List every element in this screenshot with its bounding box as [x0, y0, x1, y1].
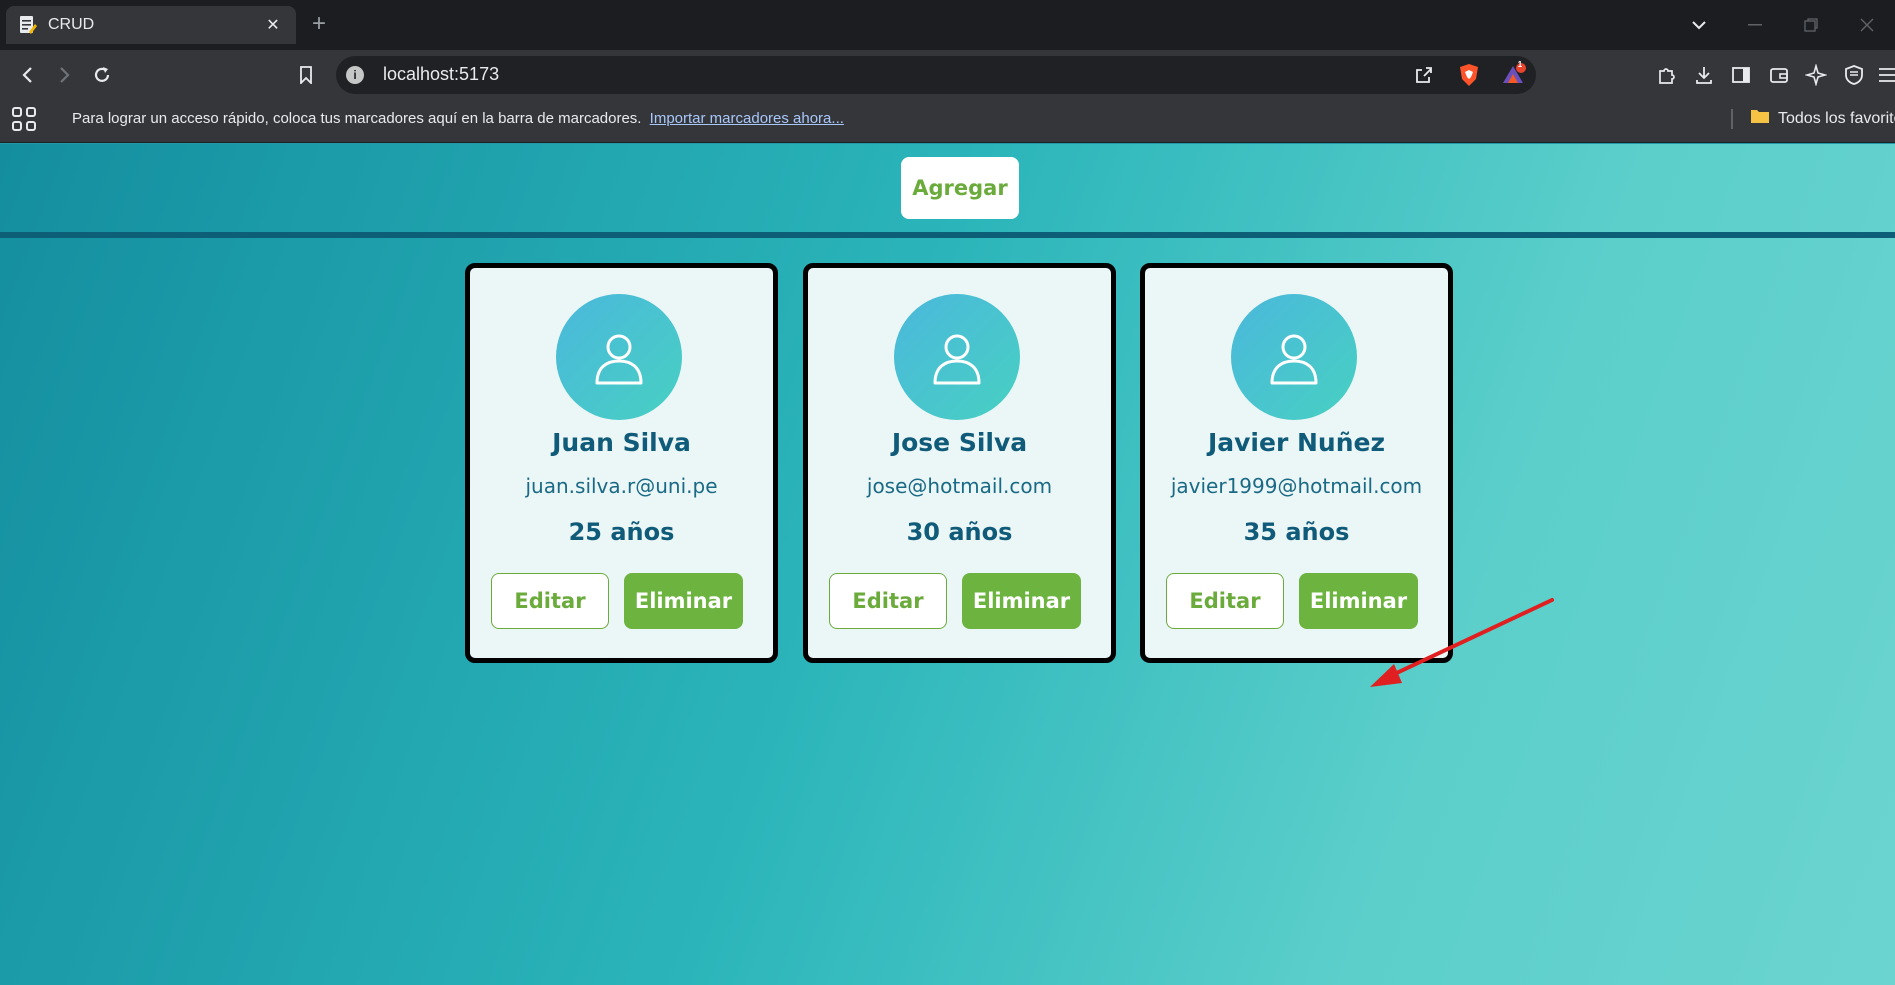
- folder-icon: [1750, 108, 1770, 129]
- user-avatar-icon: [1231, 294, 1357, 420]
- menu-icon[interactable]: [1875, 62, 1895, 88]
- user-email: juan.silva.r@uni.pe: [525, 474, 718, 498]
- restore-icon[interactable]: [1783, 0, 1839, 50]
- forward-icon[interactable]: [50, 62, 78, 88]
- bookmarks-hint-text: Para lograr un acceso rápido, coloca tus…: [72, 110, 642, 127]
- user-card: Juan Silva juan.silva.r@uni.pe 25 años E…: [465, 263, 778, 663]
- delete-button[interactable]: Eliminar: [962, 573, 1081, 629]
- extensions-icon[interactable]: [1653, 62, 1679, 88]
- tab-title: CRUD: [48, 16, 95, 33]
- user-name: Jose Silva: [891, 428, 1028, 457]
- document-edit-icon: [18, 15, 38, 35]
- tab-search-icon[interactable]: [1671, 0, 1727, 50]
- wallet-icon[interactable]: [1766, 62, 1792, 88]
- close-window-icon[interactable]: [1839, 0, 1895, 50]
- new-tab-button[interactable]: +: [312, 12, 326, 36]
- annotation-arrow-icon: [1370, 598, 1554, 687]
- sidebar-icon[interactable]: [1728, 62, 1754, 88]
- user-name: Juan Silva: [552, 428, 691, 457]
- reload-icon[interactable]: [88, 62, 116, 88]
- user-age: 35 años: [1243, 518, 1350, 546]
- folder-label: Todos los favoritos: [1778, 109, 1895, 127]
- window-controls: [1671, 0, 1895, 50]
- address-bar[interactable]: [336, 56, 1536, 94]
- tab-close-icon[interactable]: ✕: [262, 14, 284, 36]
- download-icon[interactable]: [1691, 62, 1717, 88]
- user-card: Jose Silva jose@hotmail.com 30 años Edit…: [803, 263, 1116, 663]
- minimize-icon[interactable]: [1727, 0, 1783, 50]
- import-bookmarks-link[interactable]: Importar marcadores ahora...: [650, 110, 844, 127]
- user-age: 25 años: [568, 518, 675, 546]
- user-avatar-icon: [556, 294, 682, 420]
- bookmarks-hint: Para lograr un acceso rápido, coloca tus…: [72, 110, 844, 127]
- bookmark-icon[interactable]: [292, 62, 320, 88]
- site-info-icon[interactable]: i: [346, 66, 364, 84]
- tab-strip: CRUD ✕ +: [0, 0, 1895, 50]
- all-bookmarks-folder[interactable]: Todos los favoritos: [1750, 108, 1895, 129]
- browser-tab[interactable]: CRUD ✕: [6, 6, 296, 44]
- edit-button[interactable]: Editar: [1166, 573, 1284, 629]
- leo-ai-icon[interactable]: [1803, 62, 1829, 88]
- edit-button[interactable]: Editar: [491, 573, 609, 629]
- rewards-badge: 1: [1517, 60, 1523, 69]
- user-avatar-icon: [894, 294, 1020, 420]
- brave-shield-icon[interactable]: [1456, 62, 1482, 88]
- back-icon[interactable]: [14, 62, 42, 88]
- url-text[interactable]: localhost:5173: [383, 64, 499, 85]
- user-age: 30 años: [906, 518, 1013, 546]
- app-viewport: Agregar Juan Silva juan.silva.r@uni.pe 2…: [0, 144, 1895, 985]
- vpn-shield-icon[interactable]: [1841, 62, 1867, 88]
- add-button[interactable]: Agregar: [901, 157, 1019, 219]
- share-icon[interactable]: [1411, 62, 1437, 88]
- apps-grid-icon[interactable]: [12, 107, 36, 131]
- user-name: Javier Nuñez: [1207, 428, 1386, 457]
- bookmarks-divider: [1731, 109, 1733, 129]
- header-divider: [0, 232, 1895, 238]
- user-email: javier1999@hotmail.com: [1170, 474, 1423, 498]
- edit-button[interactable]: Editar: [829, 573, 947, 629]
- delete-button[interactable]: Eliminar: [624, 573, 743, 629]
- user-email: jose@hotmail.com: [866, 474, 1053, 498]
